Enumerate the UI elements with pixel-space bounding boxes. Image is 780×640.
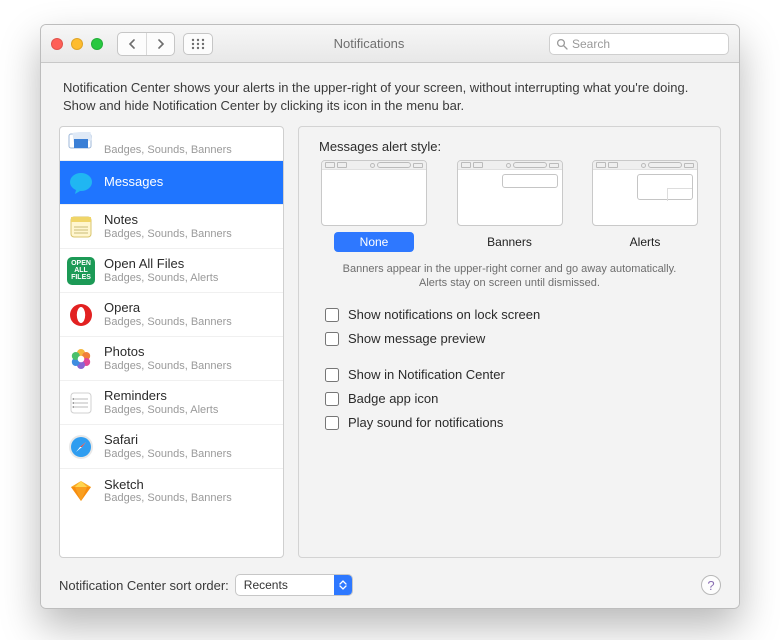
- openall-icon: OPENALLFILES: [66, 256, 96, 286]
- app-row-mail[interactable]: Badges, Sounds, Banners: [60, 127, 283, 161]
- app-list[interactable]: Badges, Sounds, BannersMessagesNotesBadg…: [59, 126, 284, 558]
- chevron-right-icon: [157, 39, 165, 49]
- detail-panel: Messages alert style: None Banners: [298, 126, 721, 558]
- safari-icon: [66, 432, 96, 462]
- app-row-messages[interactable]: Messages: [60, 161, 283, 205]
- window-controls: [51, 38, 103, 50]
- zoom-window-button[interactable]: [91, 38, 103, 50]
- intro-text: Notification Center shows your alerts in…: [63, 79, 717, 114]
- notes-icon: [66, 212, 96, 242]
- alert-style-options: None Banners Alerts: [317, 160, 702, 252]
- chevron-left-icon: [128, 39, 136, 49]
- preferences-window: Notifications Search Notification Center…: [40, 24, 740, 609]
- mail-icon: [66, 132, 96, 156]
- app-row-openall[interactable]: OPENALLFILES Open All FilesBadges, Sounds…: [60, 249, 283, 293]
- check-sound[interactable]: Play sound for notifications: [321, 413, 702, 433]
- style-banners-preview: [457, 160, 563, 226]
- alert-style-label: Messages alert style:: [319, 139, 702, 154]
- app-row-sub: Badges, Sounds, Banners: [104, 228, 232, 240]
- sort-order-select[interactable]: Recents: [235, 574, 353, 596]
- app-row-photos[interactable]: PhotosBadges, Sounds, Banners: [60, 337, 283, 381]
- opera-icon: [66, 300, 96, 330]
- app-row-name: Open All Files: [104, 257, 218, 271]
- style-none-label: None: [334, 232, 414, 252]
- app-row-name: Opera: [104, 301, 232, 315]
- app-row-sub: Badges, Sounds, Alerts: [104, 272, 218, 284]
- options: Show notifications on lock screen Show m…: [321, 305, 702, 433]
- app-row-opera[interactable]: OperaBadges, Sounds, Banners: [60, 293, 283, 337]
- help-button[interactable]: ?: [701, 575, 721, 595]
- search-icon: [556, 38, 568, 50]
- minimize-window-button[interactable]: [71, 38, 83, 50]
- sort-order-label: Notification Center sort order:: [59, 578, 229, 593]
- app-row-name: Reminders: [104, 389, 218, 403]
- photos-icon: [66, 344, 96, 374]
- close-window-button[interactable]: [51, 38, 63, 50]
- style-hint: Banners appear in the upper-right corner…: [335, 262, 684, 291]
- check-badge-box[interactable]: [325, 392, 339, 406]
- style-banners[interactable]: Banners: [457, 160, 563, 252]
- select-arrows-icon: [334, 575, 352, 595]
- titlebar: Notifications Search: [41, 25, 739, 63]
- app-row-name: Safari: [104, 433, 232, 447]
- app-row-sub: Badges, Sounds, Banners: [104, 492, 232, 504]
- back-button[interactable]: [118, 33, 146, 55]
- app-row-sub: Badges, Sounds, Banners: [104, 144, 232, 156]
- nav-segment: [117, 32, 175, 56]
- content-area: Notification Center shows your alerts in…: [41, 63, 739, 608]
- app-row-sub: Badges, Sounds, Alerts: [104, 404, 218, 416]
- app-row-name: Messages: [104, 175, 163, 189]
- check-sound-box[interactable]: [325, 416, 339, 430]
- check-preview-box[interactable]: [325, 332, 339, 346]
- window-title: Notifications: [201, 36, 537, 51]
- check-preview[interactable]: Show message preview: [321, 329, 702, 349]
- messages-icon: [66, 168, 96, 198]
- check-badge[interactable]: Badge app icon: [321, 389, 702, 409]
- reminders-icon: [66, 388, 96, 418]
- check-notification-center[interactable]: Show in Notification Center: [321, 365, 702, 385]
- app-row-name: Photos: [104, 345, 232, 359]
- check-nc-box[interactable]: [325, 368, 339, 382]
- app-row-name: Notes: [104, 213, 232, 227]
- app-row-sub: Badges, Sounds, Banners: [104, 360, 232, 372]
- app-row-notes[interactable]: NotesBadges, Sounds, Banners: [60, 205, 283, 249]
- style-banners-label: Banners: [470, 232, 550, 252]
- app-row-name: Sketch: [104, 478, 232, 492]
- check-lock-screen[interactable]: Show notifications on lock screen: [321, 305, 702, 325]
- panels: Badges, Sounds, BannersMessagesNotesBadg…: [59, 126, 721, 558]
- app-row-reminders[interactable]: RemindersBadges, Sounds, Alerts: [60, 381, 283, 425]
- style-none[interactable]: None: [321, 160, 427, 252]
- search-placeholder: Search: [572, 37, 610, 51]
- style-none-preview: [321, 160, 427, 226]
- app-row-sub: Badges, Sounds, Banners: [104, 316, 232, 328]
- app-row-sub: Badges, Sounds, Banners: [104, 448, 232, 460]
- sketch-icon: [66, 476, 96, 506]
- app-row-sketch[interactable]: SketchBadges, Sounds, Banners: [60, 469, 283, 513]
- sort-order-value: Recents: [236, 575, 334, 595]
- forward-button[interactable]: [146, 33, 174, 55]
- app-row-safari[interactable]: SafariBadges, Sounds, Banners: [60, 425, 283, 469]
- footer: Notification Center sort order: Recents …: [59, 574, 721, 596]
- style-alerts-preview: [592, 160, 698, 226]
- search-field[interactable]: Search: [549, 33, 729, 55]
- style-alerts[interactable]: Alerts: [592, 160, 698, 252]
- style-alerts-label: Alerts: [605, 232, 685, 252]
- check-lock-screen-box[interactable]: [325, 308, 339, 322]
